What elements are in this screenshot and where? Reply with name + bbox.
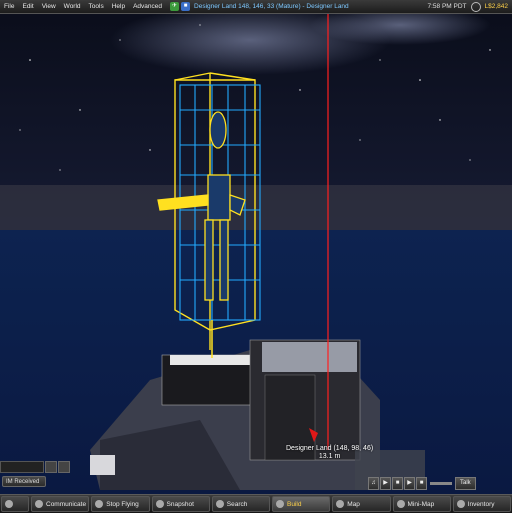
parcel-status-icons: ✈ ■ [170,2,191,11]
mini-map-button[interactable]: Mini-Map [392,496,451,512]
stop-flying-button[interactable]: Stop Flying [91,496,150,512]
music-stop-button[interactable]: ■ [392,476,403,490]
fly-allowed-icon: ✈ [170,2,180,11]
inventory-button[interactable]: Inventory [452,496,511,512]
menu-file[interactable]: File [0,3,18,10]
horizon-haze [0,185,512,230]
location-tag-name: Designer Land (148, 98, 46) [286,445,374,452]
menu-status-area: 7:58 PM PDT L$2,842 [427,0,508,13]
mini-map-label: Mini-Map [407,500,435,508]
media-play-button[interactable]: ▶ [404,476,415,490]
building-left-top [170,355,260,365]
music-icon[interactable]: ♫ [368,476,379,490]
media-controls: ♫ ▶ ■ ▶ ■ Talk [368,476,476,490]
build-icon: ■ [181,2,191,11]
stop-flying-label: Stop Flying [106,500,139,508]
search-icon [215,500,224,508]
volume-slider[interactable] [430,481,452,485]
search-button[interactable]: Search [211,496,270,512]
menu-edit[interactable]: Edit [18,3,37,10]
location-tag-distance: 13.1 m [318,453,341,460]
music-play-button[interactable]: ▶ [380,476,391,490]
inventory-label: Inventory [467,500,495,508]
inventory-icon [456,500,465,508]
snapshot-button[interactable]: Snapshot [151,496,210,512]
communicate-button[interactable]: Communicate [31,496,90,512]
location-text[interactable]: Designer Land 148, 146, 33 (Mature) - De… [194,3,349,10]
balance-text[interactable]: L$2,842 [485,3,509,10]
menu-help[interactable]: Help [108,3,129,10]
chat-bar [0,461,70,473]
clock-text: 7:58 PM PDT [427,3,467,10]
media-stop-button[interactable]: ■ [416,476,427,490]
speak-button[interactable] [1,496,29,512]
speech-icon [5,500,13,508]
communicate-label: Communicate [46,500,87,508]
chat-shout-button[interactable] [58,461,70,473]
chat-input[interactable] [0,461,44,473]
search-label: Search [226,500,248,508]
bottom-toolbar: Communicate Stop Flying Snapshot Search … [0,494,512,513]
build-label: Build [287,500,302,508]
viewport-3d[interactable] [0,0,512,512]
talk-button[interactable]: Talk [455,476,476,490]
snapshot-label: Snapshot [166,500,194,508]
chat-icon [35,500,43,508]
map-label: Map [347,500,360,508]
menu-world[interactable]: World [60,3,85,10]
build-button[interactable]: Build [272,496,331,512]
building-small [90,455,115,475]
menu-advanced[interactable]: Advanced [129,3,166,10]
camera-icon [155,500,164,508]
fly-icon [95,500,104,508]
menu-tools[interactable]: Tools [85,3,108,10]
minimap-icon [396,500,405,508]
map-button[interactable]: Map [332,496,391,512]
im-received-button[interactable]: IM Received [2,476,46,487]
map-icon [336,500,345,508]
volume-icon[interactable] [470,1,481,12]
location-tag: Designer Land (148, 98, 46) 13.1 m [286,445,373,461]
building-glass-roof [262,342,357,372]
build-icon [276,500,284,508]
menu-view[interactable]: View [38,3,60,10]
menu-bar: File Edit View World Tools Help Advanced… [0,0,512,14]
chat-say-button[interactable] [45,461,57,473]
